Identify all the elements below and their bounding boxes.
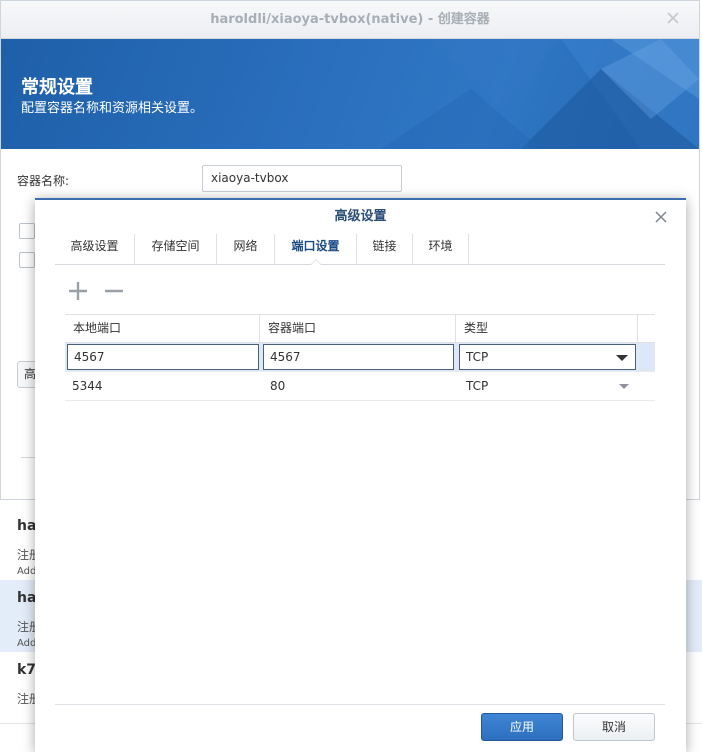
tab-advanced[interactable]: 高级设置 (55, 234, 135, 264)
checkbox[interactable] (19, 223, 35, 239)
container-name-input[interactable]: xiaoya-tvbox (202, 165, 402, 192)
table-row[interactable]: 4567 4567 TCP (65, 343, 655, 372)
active-tab-indicator (309, 259, 322, 265)
page-subtitle: 配置容器名称和资源相关设置。 (21, 101, 204, 116)
type-cell[interactable]: TCP (459, 372, 638, 400)
minus-icon[interactable] (103, 280, 125, 302)
list-item-address: Add (17, 638, 37, 649)
checkbox[interactable] (19, 252, 35, 268)
cancel-button[interactable]: 取消 (573, 713, 655, 741)
type-select[interactable]: TCP (459, 344, 636, 370)
local-port-input[interactable]: 4567 (67, 344, 259, 370)
plus-icon[interactable] (67, 280, 89, 302)
list-item-title: ha (17, 518, 37, 534)
dialog-title: 高级设置 (334, 209, 387, 224)
tab-port-settings[interactable]: 端口设置 (275, 234, 357, 265)
divider (55, 704, 665, 705)
column-header-container-port[interactable]: 容器端口 (260, 315, 456, 342)
type-select-value: TCP (466, 350, 489, 364)
container-port-cell: 80 (270, 379, 286, 393)
container-name-label: 容器名称: (17, 174, 70, 188)
type-cell-value: TCP (466, 379, 489, 393)
port-mapping-table: 本地端口 容器端口 类型 4567 4567 TCP 5344 80 TCP (65, 314, 655, 401)
tab-label: 端口设置 (291, 239, 340, 253)
banner-decoration (381, 39, 699, 149)
advanced-settings-dialog: 高级设置 高级设置 存储空间 网络 端口设置 链接 环境 本地端口 容器端口 类… (35, 198, 686, 752)
apply-button[interactable]: 应用 (481, 713, 563, 741)
tab-bar: 高级设置 存储空间 网络 端口设置 链接 环境 (55, 234, 665, 265)
tab-storage[interactable]: 存储空间 (135, 234, 217, 264)
header-banner: 常规设置 配置容器名称和资源相关设置。 (1, 39, 699, 149)
close-icon[interactable] (654, 210, 668, 224)
tab-links[interactable]: 链接 (357, 234, 413, 264)
tab-network[interactable]: 网络 (217, 234, 275, 264)
list-item-address: Add (17, 566, 37, 577)
column-header-type[interactable]: 类型 (456, 315, 638, 342)
chevron-down-icon (616, 355, 628, 361)
tab-environment[interactable]: 环境 (413, 234, 469, 264)
local-port-cell: 5344 (72, 379, 103, 393)
list-item-title: ha (17, 590, 37, 606)
page-title: 常规设置 (21, 77, 93, 98)
window-title: haroldli/xiaoya-tvbox(native) - 创建容器 (1, 1, 699, 39)
column-header-local-port[interactable]: 本地端口 (65, 315, 260, 342)
chevron-down-icon (619, 384, 629, 389)
list-item-title: k7 (17, 662, 37, 678)
close-icon[interactable] (665, 10, 681, 26)
table-row[interactable]: 5344 80 TCP (65, 372, 655, 401)
table-header: 本地端口 容器端口 类型 (65, 314, 655, 343)
container-port-input[interactable]: 4567 (263, 344, 454, 370)
